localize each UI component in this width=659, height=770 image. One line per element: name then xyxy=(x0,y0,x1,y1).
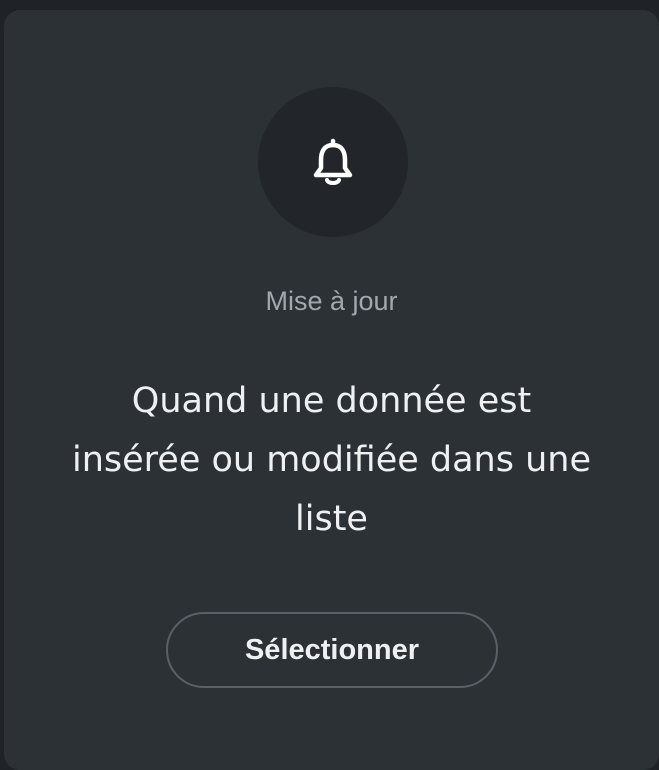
icon-badge xyxy=(258,87,408,237)
trigger-card: Mise à jour Quand une donnée est insérée… xyxy=(4,10,659,770)
trigger-category: Mise à jour xyxy=(265,286,398,316)
select-button[interactable]: Sélectionner xyxy=(166,612,498,688)
trigger-description: Quand une donnée est insérée ou modifiée… xyxy=(71,381,591,539)
bell-icon xyxy=(313,138,353,185)
